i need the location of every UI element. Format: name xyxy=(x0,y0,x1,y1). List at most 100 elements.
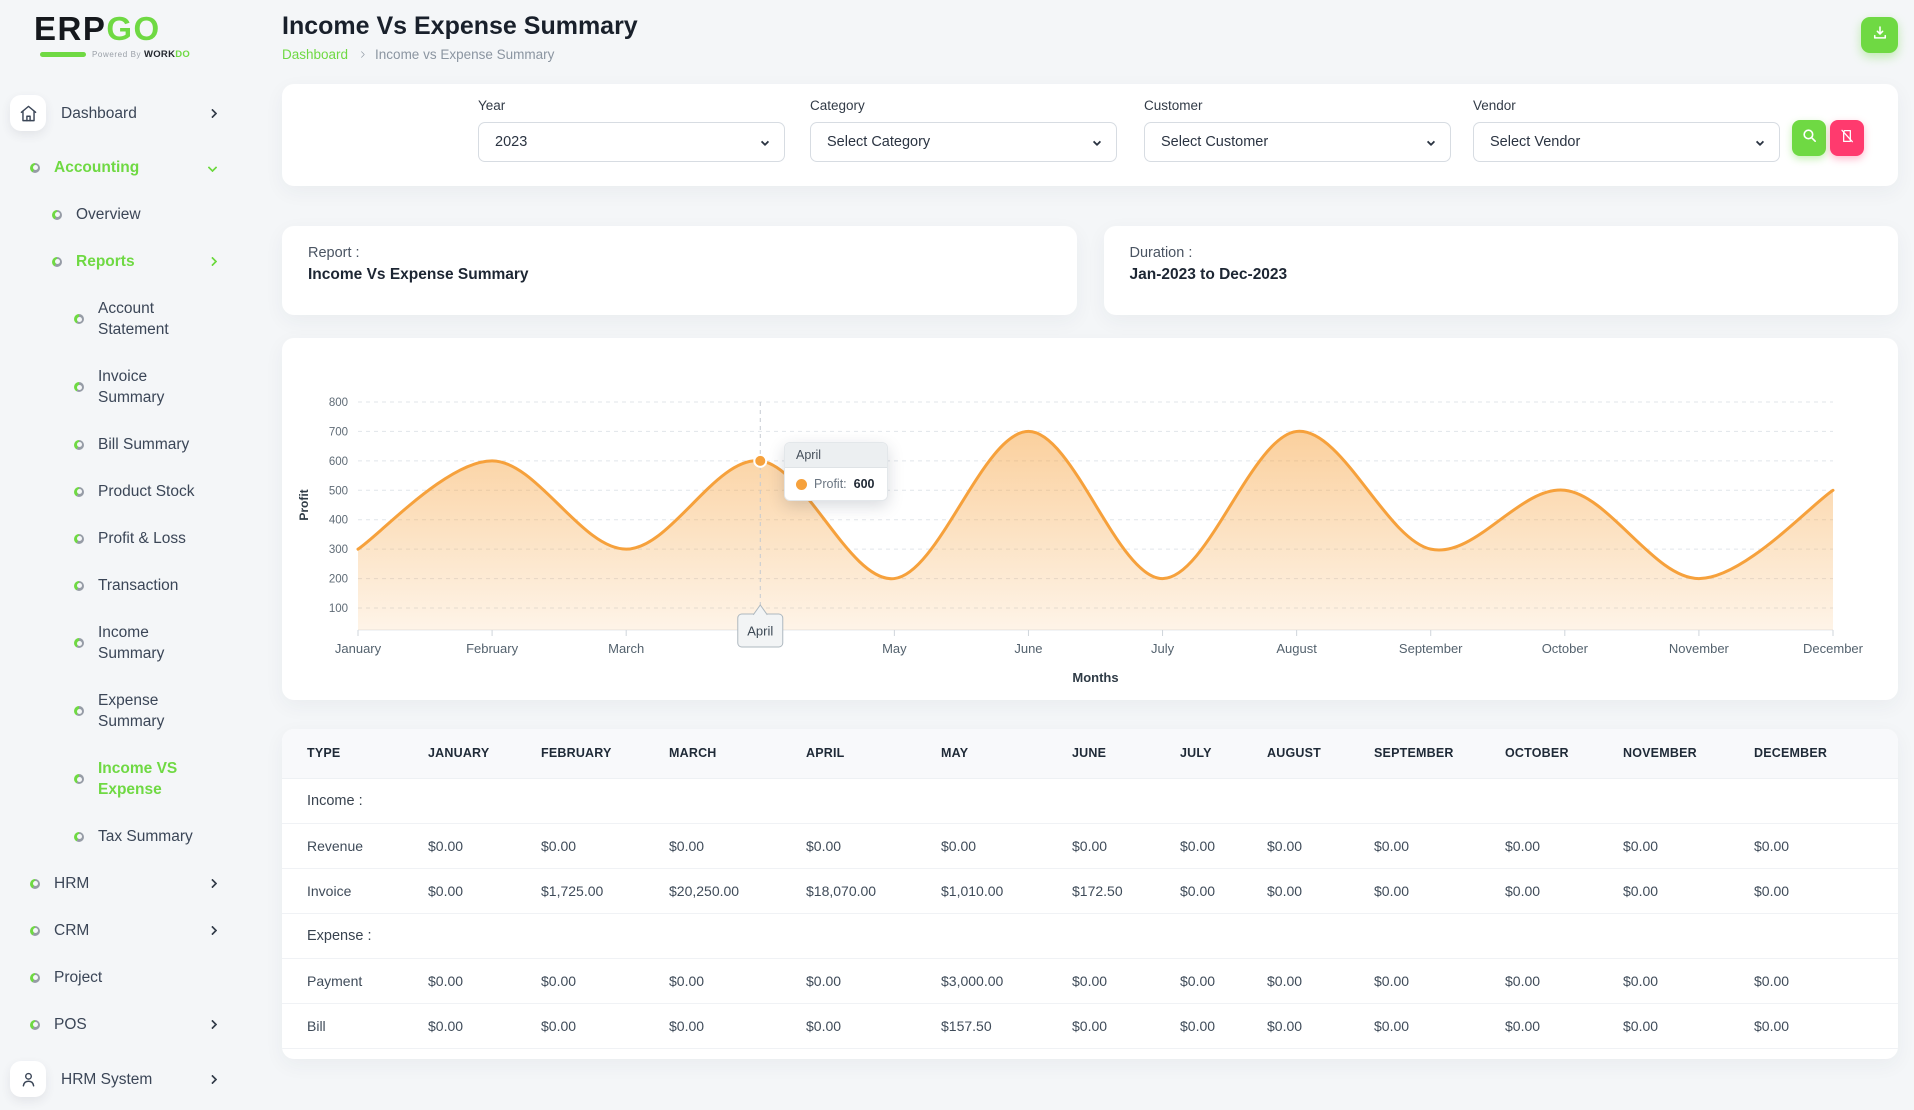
bullet-icon xyxy=(74,439,84,450)
cell-value: $0.00 xyxy=(1373,868,1504,914)
sidebar-item-expense-summary[interactable]: Expense Summary xyxy=(0,677,256,745)
filter-customer: Customer Select Customer xyxy=(1144,98,1451,162)
customer-label: Customer xyxy=(1144,98,1203,113)
chart-card: 100 200 300 400 500 600 700 800 January February M… xyxy=(282,338,1898,700)
row-type: Invoice xyxy=(282,868,427,914)
reset-filter-button[interactable] xyxy=(1830,120,1864,156)
sidebar-item-account-statement[interactable]: Account Statement xyxy=(0,285,256,353)
column-header-type: TYPE xyxy=(282,729,427,779)
cell-value: $0.00 xyxy=(668,823,805,869)
cell-value: $157.50 xyxy=(940,1003,1071,1049)
sidebar-item-pos[interactable]: POS xyxy=(0,1001,256,1048)
year-label: Year xyxy=(478,98,506,113)
sidebar-item-transaction[interactable]: Transaction xyxy=(0,562,256,609)
column-header-july: JULY xyxy=(1179,729,1266,779)
download-button[interactable] xyxy=(1861,17,1898,53)
sidebar-item-crm[interactable]: CRM xyxy=(0,907,256,954)
bullet-icon xyxy=(74,706,84,716)
chevron-right-icon xyxy=(207,1074,218,1084)
report-value: Income Vs Expense Summary xyxy=(308,266,529,283)
filter-vendor: Vendor Select Vendor xyxy=(1473,98,1780,162)
cell-value: $0.00 xyxy=(805,1003,940,1049)
sidebar-item-reports[interactable]: Reports xyxy=(0,238,256,285)
sidebar-item-overview[interactable]: Overview xyxy=(0,191,256,238)
customer-select[interactable]: Select Customer xyxy=(1144,122,1451,162)
sidebar-item-project[interactable]: Project xyxy=(0,954,256,1001)
breadcrumb: Dashboard Income vs Expense Summary xyxy=(282,47,1898,62)
marker-dot-icon[interactable] xyxy=(753,453,768,468)
user-icon xyxy=(10,1061,46,1097)
logo[interactable]: ERPGO Powered By WORKDO xyxy=(0,12,256,60)
category-select[interactable]: Select Category xyxy=(810,122,1117,162)
column-header-june: JUNE xyxy=(1071,729,1179,779)
section-row-expense: Expense : xyxy=(282,913,1898,959)
bullet-icon xyxy=(74,382,84,392)
sidebar-item-hrm-system[interactable]: HRM System xyxy=(0,1048,256,1110)
y-axis-label: 500 xyxy=(329,485,348,497)
customer-select-value: Select Customer xyxy=(1161,134,1269,150)
profit-chart[interactable]: 100 200 300 400 500 600 700 800 January February M… xyxy=(282,346,1898,692)
sidebar-item-label: Invoice Summary xyxy=(98,368,165,406)
bullet-icon xyxy=(74,638,84,648)
sidebar-item-tax-summary[interactable]: Tax Summary xyxy=(0,813,256,860)
sidebar-item-income-vs-expense[interactable]: Income VS Expense xyxy=(0,745,256,813)
sidebar-item-label: Tax Summary xyxy=(98,828,193,845)
sidebar-item-accounting[interactable]: Accounting xyxy=(0,144,256,191)
cell-value: $0.00 xyxy=(1266,958,1373,1004)
cell-value: $0.00 xyxy=(1373,823,1504,869)
duration-card: Duration : Jan-2023 to Dec-2023 xyxy=(1103,226,1898,315)
sidebar-item-profit-loss[interactable]: Profit & Loss xyxy=(0,515,256,562)
vendor-select-value: Select Vendor xyxy=(1490,134,1581,150)
sidebar-item-label: POS xyxy=(54,1016,87,1033)
x-axis-title: Months xyxy=(1072,670,1118,685)
sidebar-item-bill-summary[interactable]: Bill Summary xyxy=(0,421,256,468)
logo-text: ERPGO xyxy=(34,12,256,45)
year-select[interactable]: 2023 xyxy=(478,122,785,162)
cell-value: $0.00 xyxy=(1266,1003,1373,1049)
cell-value: $0.00 xyxy=(427,823,540,869)
logo-subtitle: Powered By WORKDO xyxy=(34,49,256,60)
chevron-down-icon xyxy=(760,137,770,147)
sidebar-item-hrm[interactable]: HRM xyxy=(0,860,256,907)
column-header-november: NOVEMBER xyxy=(1622,729,1753,779)
breadcrumb-dashboard-link[interactable]: Dashboard xyxy=(282,47,348,62)
x-axis-label: October xyxy=(1542,641,1589,656)
report-card: Report : Income Vs Expense Summary xyxy=(282,226,1077,315)
row-type: Revenue xyxy=(282,823,427,869)
app-root: ERPGO Powered By WORKDO Dashboard Account… xyxy=(0,0,1914,1097)
bullet-icon xyxy=(30,972,40,983)
vendor-select[interactable]: Select Vendor xyxy=(1473,122,1780,162)
row-type: Bill xyxy=(282,1003,427,1049)
x-axis-label: May xyxy=(882,641,907,656)
home-icon xyxy=(10,95,46,131)
logo-underline xyxy=(40,52,86,57)
cell-value: $0.00 xyxy=(1504,958,1622,1004)
bullet-icon xyxy=(30,925,40,936)
column-header-april: APRIL xyxy=(805,729,940,779)
sidebar-item-dashboard[interactable]: Dashboard xyxy=(0,82,256,144)
column-header-february: FEBRUARY xyxy=(540,729,668,779)
x-axis-label: February xyxy=(466,641,519,656)
sidebar-item-invoice-summary[interactable]: Invoice Summary xyxy=(0,353,256,421)
section-label: Income : xyxy=(282,778,1898,824)
cell-value: $0.00 xyxy=(1071,958,1179,1004)
chevron-right-icon xyxy=(207,878,218,889)
cell-value: $0.00 xyxy=(1504,823,1622,869)
sidebar-item-label: Profit & Loss xyxy=(98,530,186,547)
search-icon xyxy=(1801,127,1818,149)
powered-by-text: Powered By xyxy=(92,50,142,59)
series-marker-icon xyxy=(796,478,807,490)
bullet-icon xyxy=(74,486,84,497)
apply-filter-button[interactable] xyxy=(1792,120,1826,156)
summary-cards-row: Report : Income Vs Expense Summary Durat… xyxy=(282,226,1898,315)
cell-value: $0.00 xyxy=(1179,1003,1266,1049)
breadcrumb-separator-icon xyxy=(358,50,366,59)
cell-value: $0.00 xyxy=(1373,958,1504,1004)
table-row-payment: Payment $0.00 $0.00 $0.00 $0.00 $3,000.00 $0.0… xyxy=(282,958,1898,1004)
page-title: Income Vs Expense Summary xyxy=(282,12,638,40)
y-axis-title: Profit xyxy=(297,489,311,520)
sidebar-item-income-summary[interactable]: Income Summary xyxy=(0,609,256,677)
sidebar-item-product-stock[interactable]: Product Stock xyxy=(0,468,256,515)
sidebar-item-label: Overview xyxy=(76,206,141,223)
cell-value: $18,070.00 xyxy=(805,868,940,914)
